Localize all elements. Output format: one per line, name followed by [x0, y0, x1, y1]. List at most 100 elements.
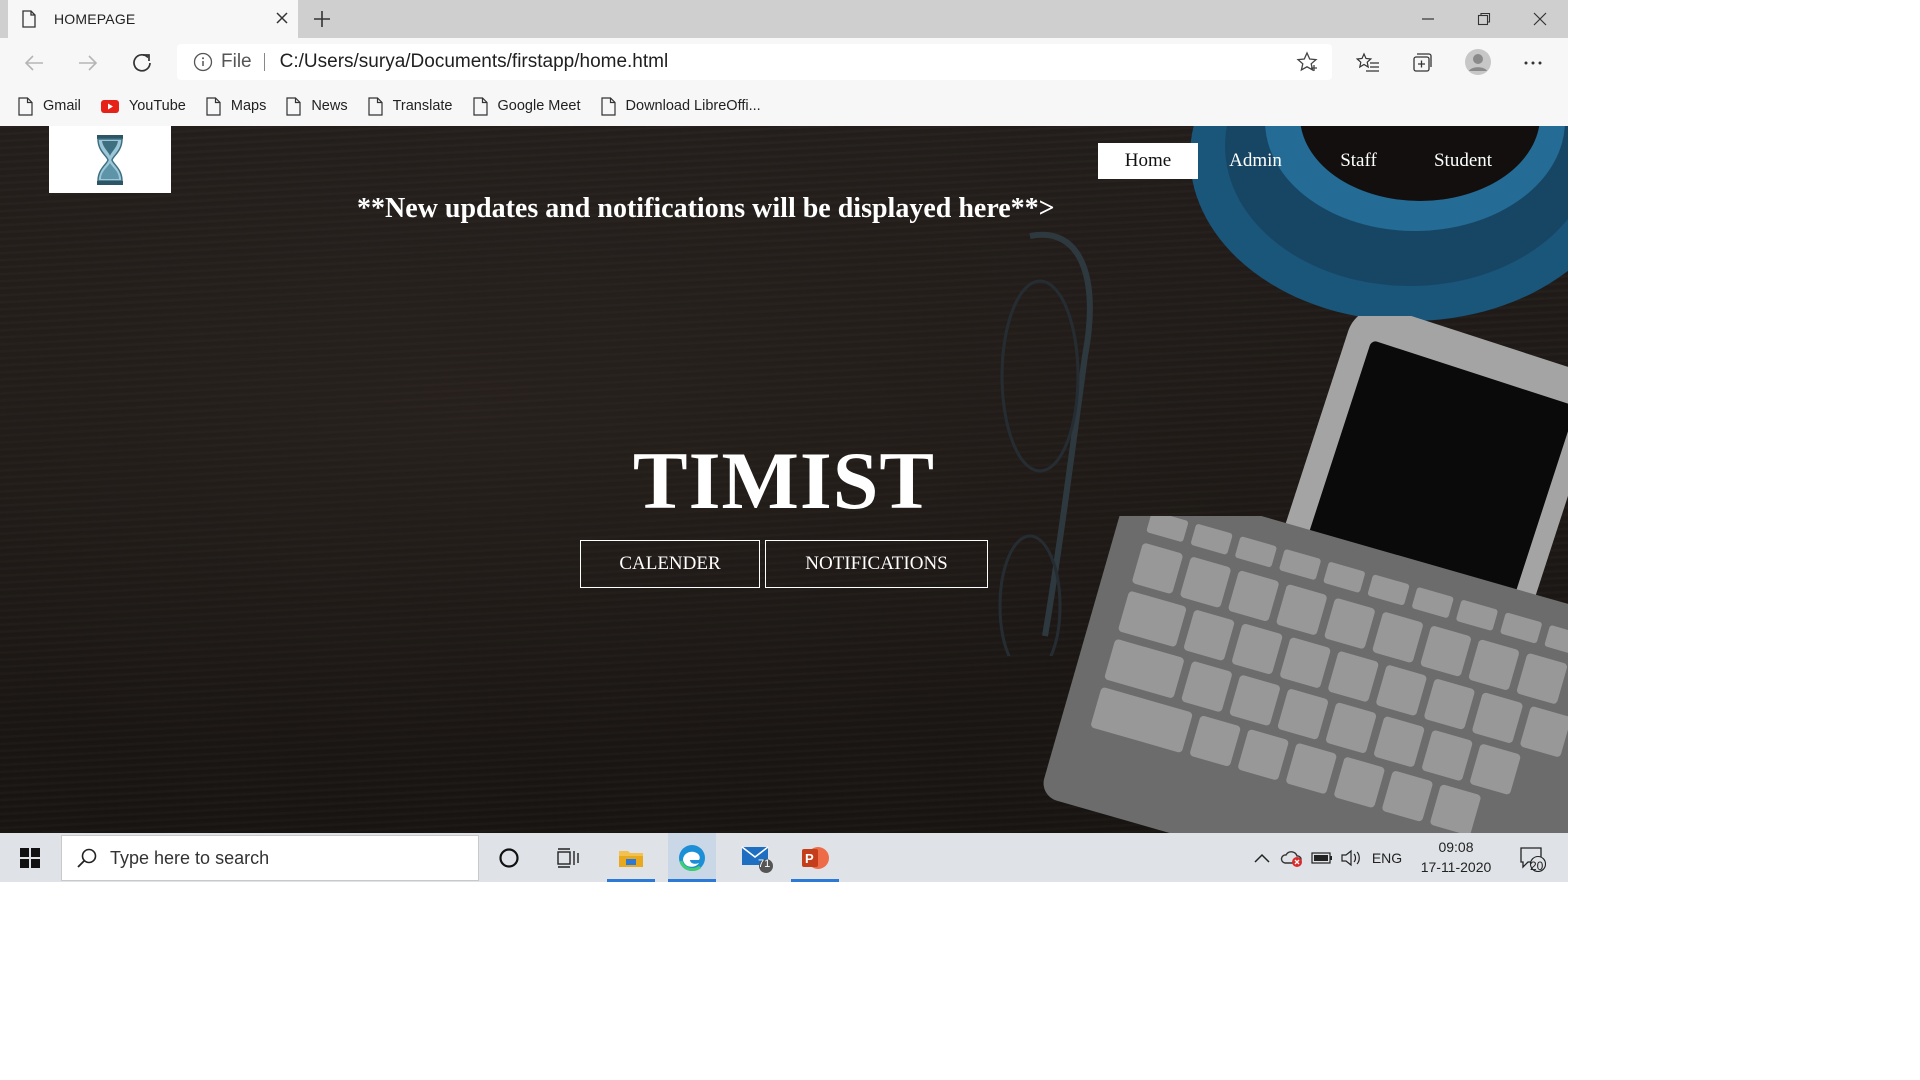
battery-tray-icon[interactable] — [1309, 833, 1335, 882]
notification-count: 20 — [1530, 859, 1544, 873]
bookmark-google-meet[interactable]: Google Meet — [472, 96, 581, 116]
hero-title: TIMIST — [0, 434, 1568, 528]
forward-arrow-icon — [79, 55, 98, 71]
edge-browser-app[interactable] — [668, 833, 716, 882]
hourglass-logo-icon — [97, 134, 123, 185]
windows-taskbar: Type here to search 71 P ENG 09:08 17-11… — [0, 833, 1568, 882]
onedrive-tray-icon[interactable] — [1279, 833, 1305, 882]
restore-icon — [1477, 12, 1491, 26]
mail-app[interactable]: 71 — [733, 833, 781, 882]
web-page: Home Admin Staff Student **New updates a… — [0, 126, 1568, 833]
title-bar: HOMEPAGE — [0, 0, 1568, 38]
back-button[interactable] — [19, 48, 49, 78]
powerpoint-app[interactable]: P — [791, 833, 839, 882]
collections-icon — [1413, 53, 1432, 72]
task-view-button[interactable] — [544, 833, 592, 882]
powerpoint-icon: P — [802, 846, 829, 869]
page-icon — [600, 96, 616, 116]
url-text[interactable]: C:/Users/surya/Documents/firstapp/home.h… — [280, 51, 669, 73]
search-placeholder: Type here to search — [110, 847, 270, 868]
file-explorer-app[interactable] — [607, 833, 655, 882]
refresh-button[interactable] — [127, 48, 157, 78]
more-menu-button[interactable] — [1520, 50, 1546, 76]
scheme-label: File — [221, 51, 252, 72]
bookmark-youtube[interactable]: YouTube — [100, 98, 186, 114]
mail-badge: 71 — [758, 858, 771, 870]
restore-button[interactable] — [1456, 0, 1512, 38]
forward-button[interactable] — [73, 48, 103, 78]
more-dots-icon — [1524, 61, 1542, 65]
minimize-button[interactable] — [1400, 0, 1456, 38]
chevron-up-icon — [1254, 853, 1270, 863]
bookmark-label: Download LibreOffi... — [625, 98, 761, 114]
close-tab-icon[interactable] — [274, 10, 290, 26]
windows-logo-icon — [20, 847, 40, 868]
show-hidden-icons-button[interactable] — [1250, 833, 1274, 882]
folder-icon — [619, 850, 643, 867]
bookmark-download-libreoffice[interactable]: Download LibreOffi... — [600, 96, 761, 116]
page-icon — [472, 96, 488, 116]
svg-text:P: P — [805, 851, 814, 866]
nav-admin[interactable]: Admin — [1198, 143, 1313, 179]
language-label: ENG — [1371, 849, 1403, 866]
bookmark-maps[interactable]: Maps — [206, 96, 267, 116]
address-divider — [263, 53, 265, 71]
battery-icon — [1311, 851, 1332, 864]
bookmark-label: Google Meet — [497, 98, 581, 114]
nav-staff[interactable]: Staff — [1313, 143, 1404, 179]
taskbar-search-box[interactable]: Type here to search — [61, 835, 479, 881]
volume-tray-icon[interactable] — [1338, 833, 1364, 882]
back-arrow-icon — [24, 55, 43, 71]
address-toolbar: File C:/Users/surya/Documents/firstapp/h… — [0, 38, 1568, 86]
site-navigation: Home Admin Staff Student — [1098, 143, 1522, 179]
cortana-button[interactable] — [485, 833, 533, 882]
tab-title: HOMEPAGE — [54, 11, 136, 27]
start-button[interactable] — [0, 833, 60, 882]
profile-button[interactable] — [1463, 47, 1493, 77]
page-icon — [286, 96, 301, 116]
cloud-error-icon — [1280, 850, 1302, 867]
language-indicator[interactable]: ENG — [1368, 833, 1406, 882]
bookmark-gmail[interactable]: Gmail — [18, 96, 81, 116]
avatar-icon — [1465, 49, 1491, 75]
favorite-star-icon[interactable] — [1296, 51, 1318, 73]
bookmarks-bar: Gmail YouTube Maps News Translate Google… — [0, 86, 1568, 126]
new-tab-icon[interactable] — [311, 8, 333, 30]
page-icon — [206, 96, 221, 116]
collections-button[interactable] — [1409, 50, 1435, 76]
hero-title-text: TIMIST — [632, 435, 936, 526]
favorites-list-icon — [1356, 52, 1379, 72]
browser-tab[interactable]: HOMEPAGE — [8, 0, 298, 38]
bookmark-label: YouTube — [128, 98, 186, 114]
address-bar[interactable]: File C:/Users/surya/Documents/firstapp/h… — [177, 44, 1332, 80]
clock-time: 09:08 — [1438, 839, 1474, 855]
bookmark-news[interactable]: News — [286, 96, 348, 116]
bookmark-label: News — [311, 98, 348, 114]
bookmark-translate[interactable]: Translate — [367, 96, 453, 116]
nav-home[interactable]: Home — [1098, 143, 1198, 179]
youtube-icon — [100, 99, 119, 113]
calendar-button[interactable]: CALENDER — [580, 540, 760, 588]
page-icon — [18, 96, 33, 116]
info-icon[interactable] — [193, 52, 213, 72]
system-clock[interactable]: 09:08 17-11-2020 — [1410, 837, 1502, 877]
cortana-circle-icon — [499, 847, 519, 868]
bookmark-label: Translate — [392, 98, 453, 114]
task-view-icon — [557, 847, 579, 868]
nav-student[interactable]: Student — [1404, 143, 1522, 179]
page-icon — [22, 10, 36, 28]
favorites-button[interactable] — [1355, 50, 1381, 76]
minimize-icon — [1422, 18, 1434, 20]
notifications-button[interactable]: NOTIFICATIONS — [765, 540, 988, 588]
site-logo[interactable] — [49, 126, 171, 193]
bookmark-label: Maps — [230, 98, 267, 114]
speaker-icon — [1341, 849, 1360, 866]
close-icon — [1533, 12, 1547, 26]
notification-marquee: **New updates and notifications will be … — [357, 193, 1055, 224]
action-center-button[interactable]: 20 — [1510, 833, 1554, 882]
bookmark-label: Gmail — [43, 98, 81, 114]
close-window-button[interactable] — [1512, 0, 1568, 38]
edge-icon — [679, 844, 705, 871]
refresh-icon — [133, 53, 151, 72]
page-icon — [367, 96, 383, 116]
